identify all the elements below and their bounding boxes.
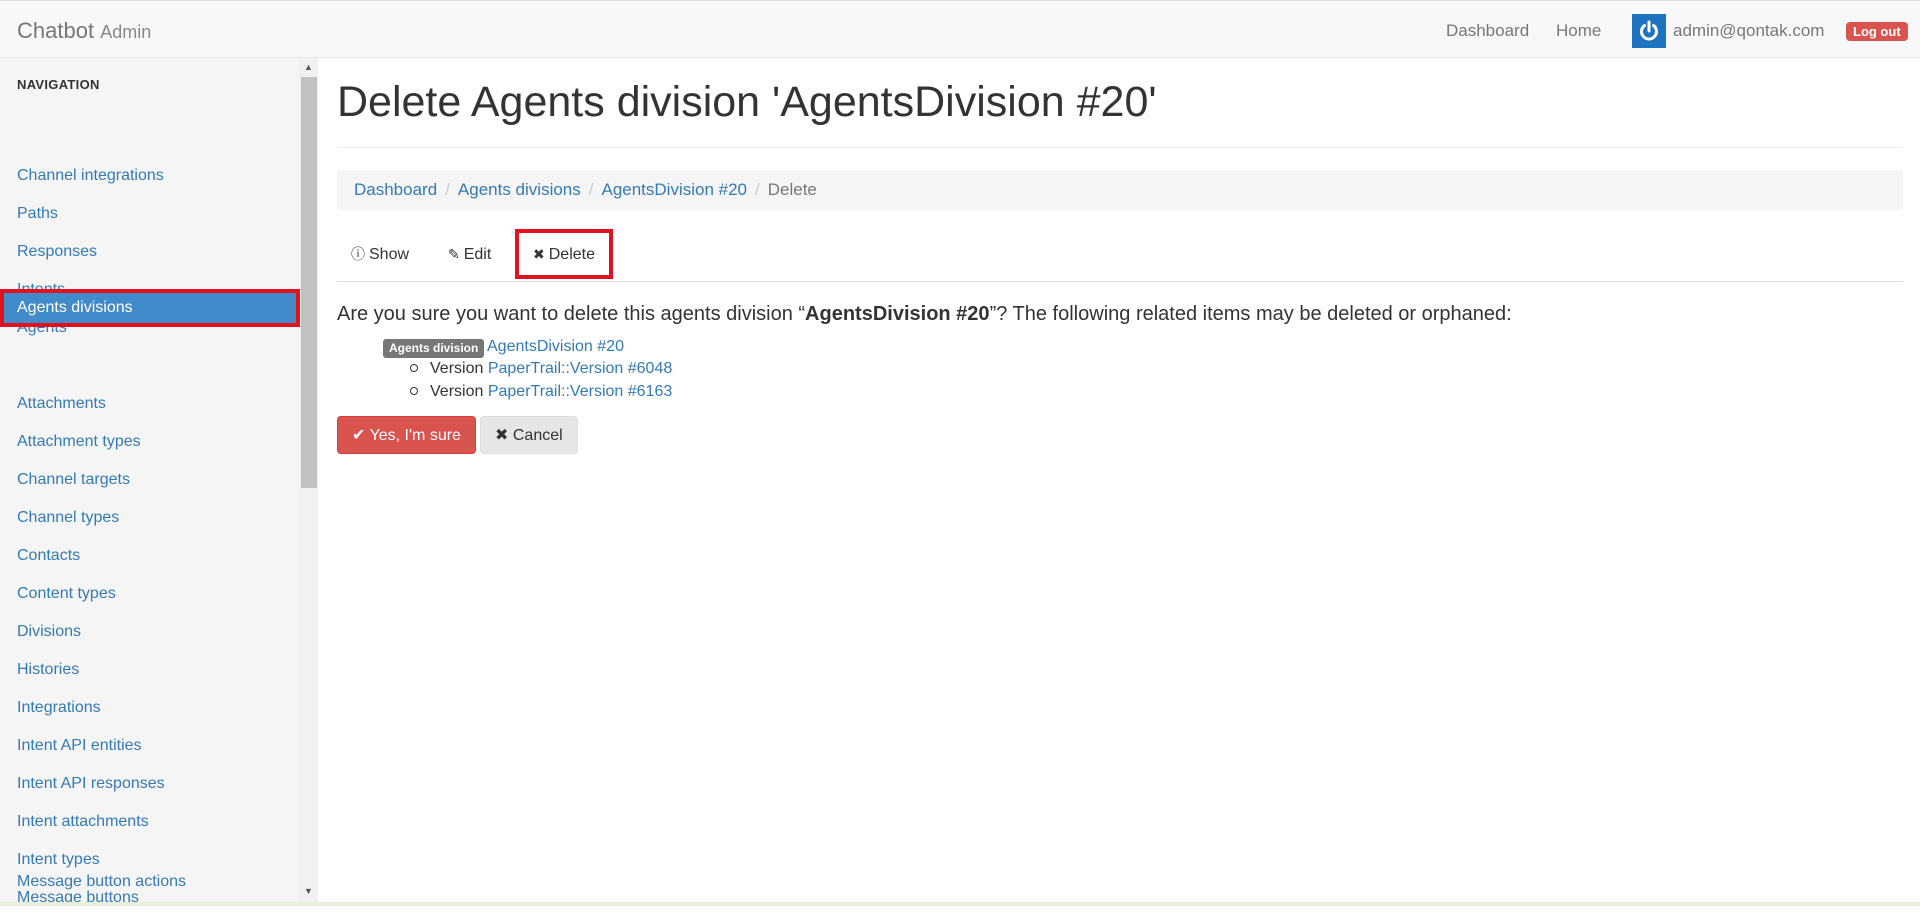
bullet-icon xyxy=(410,363,418,372)
breadcrumb-separator: / xyxy=(755,180,760,199)
times-icon: ✖ xyxy=(533,246,545,262)
bullet-icon xyxy=(410,386,418,395)
sidebar-item-responses[interactable]: Responses xyxy=(0,233,300,271)
breadcrumb-current: Delete xyxy=(767,180,817,199)
version-link[interactable]: PaperTrail::Version #6163 xyxy=(488,383,672,400)
breadcrumb-agents-division-20[interactable]: AgentsDivision #20 xyxy=(601,180,747,199)
user-email-link[interactable]: admin@qontak.com xyxy=(1673,21,1824,41)
page-title: Delete Agents division 'AgentsDivision #… xyxy=(337,78,1157,126)
confirm-delete-button[interactable]: ✔ Yes, I'm sure xyxy=(337,416,476,454)
nav-link-home[interactable]: Home xyxy=(1556,21,1601,41)
sidebar-item-content-types[interactable]: Content types xyxy=(0,575,300,613)
sidebar-item-divisions[interactable]: Divisions xyxy=(0,613,300,651)
brand-subtitle: Admin xyxy=(100,22,152,42)
times-icon: ✖ xyxy=(495,427,509,444)
tab-delete[interactable]: ✖ Delete xyxy=(515,229,613,279)
confirm-message: Are you sure you want to delete this age… xyxy=(337,303,1512,326)
list-item: Version PaperTrail::Version #6163 xyxy=(410,383,672,401)
related-item-link[interactable]: AgentsDivision #20 xyxy=(487,338,624,356)
tab-show[interactable]: ⓘ Show xyxy=(337,229,423,279)
tab-edit-label: Edit xyxy=(463,246,492,263)
breadcrumb-separator: / xyxy=(445,180,450,199)
scrollbar-thumb[interactable] xyxy=(301,77,317,488)
check-icon: ✔ xyxy=(352,427,366,444)
sidebar-item-paths[interactable]: Paths xyxy=(0,195,300,233)
nav-header: NAVIGATION xyxy=(17,77,100,92)
action-tabs: ⓘ Show ✎ Edit ✖ Delete xyxy=(337,229,1903,282)
sidebar: NAVIGATION Channel integrations Paths Re… xyxy=(0,58,300,906)
sidebar-item-channel-targets[interactable]: Channel targets xyxy=(0,461,300,499)
sidebar-item-message-button-actions[interactable]: Message button actions xyxy=(0,863,300,901)
sidebar-item-integrations[interactable]: Integrations xyxy=(0,689,300,727)
scroll-up-icon[interactable]: ▲ xyxy=(304,62,313,72)
version-link[interactable]: PaperTrail::Version #6048 xyxy=(488,360,672,377)
sidebar-scrollbar[interactable]: ▲ ▼ xyxy=(300,58,318,906)
power-icon[interactable] xyxy=(1632,14,1666,48)
version-prefix: Version xyxy=(430,360,484,377)
tab-show-label: Show xyxy=(369,246,410,263)
confirm-item-name: AgentsDivision #20 xyxy=(805,303,990,325)
confirm-delete-label: Yes, I'm sure xyxy=(369,427,461,444)
sidebar-item-histories[interactable]: Histories xyxy=(0,651,300,689)
logout-button[interactable]: Log out xyxy=(1846,22,1908,41)
brand[interactable]: Chatbot Admin xyxy=(17,18,151,44)
info-circle-icon: ⓘ xyxy=(351,246,365,262)
sidebar-item-channel-types[interactable]: Channel types xyxy=(0,499,300,537)
tab-edit[interactable]: ✎ Edit xyxy=(434,229,505,279)
bottom-border xyxy=(0,902,1920,906)
breadcrumb-agents-divisions[interactable]: Agents divisions xyxy=(458,180,581,199)
related-type-badge: Agents division xyxy=(383,339,485,358)
confirm-prefix: Are you sure you want to delete this age… xyxy=(337,303,806,325)
top-navbar: Chatbot Admin Dashboard Home admin@qonta… xyxy=(0,0,1920,58)
pencil-icon: ✎ xyxy=(448,246,460,262)
sidebar-item-contacts[interactable]: Contacts xyxy=(0,537,300,575)
sidebar-item-attachment-types[interactable]: Attachment types xyxy=(0,423,300,461)
title-divider xyxy=(337,147,1903,148)
cancel-button[interactable]: ✖ Cancel xyxy=(480,416,578,454)
sidebar-item-agents-divisions[interactable]: Agents divisions xyxy=(0,289,300,327)
brand-title: Chatbot xyxy=(17,18,95,43)
breadcrumb-dashboard[interactable]: Dashboard xyxy=(354,180,437,199)
sidebar-item-attachments[interactable]: Attachments xyxy=(0,385,300,423)
breadcrumb-separator: / xyxy=(588,180,594,199)
sidebar-item-channel-integrations[interactable]: Channel integrations xyxy=(0,157,300,195)
scroll-down-icon[interactable]: ▼ xyxy=(304,886,313,896)
confirm-suffix: ”? The following related items may be de… xyxy=(989,303,1512,325)
breadcrumb: Dashboard / Agents divisions / AgentsDivisio… xyxy=(337,170,1903,210)
list-item: Version PaperTrail::Version #6048 xyxy=(410,360,672,378)
sidebar-item-intent-api-responses[interactable]: Intent API responses xyxy=(0,765,300,803)
cancel-label: Cancel xyxy=(512,427,563,444)
tab-delete-label: Delete xyxy=(548,246,595,263)
nav-link-dashboard[interactable]: Dashboard xyxy=(1446,21,1529,41)
sidebar-item-intent-api-entities[interactable]: Intent API entities xyxy=(0,727,300,765)
sidebar-item-intent-attachments[interactable]: Intent attachments xyxy=(0,803,300,841)
version-prefix: Version xyxy=(430,383,484,400)
